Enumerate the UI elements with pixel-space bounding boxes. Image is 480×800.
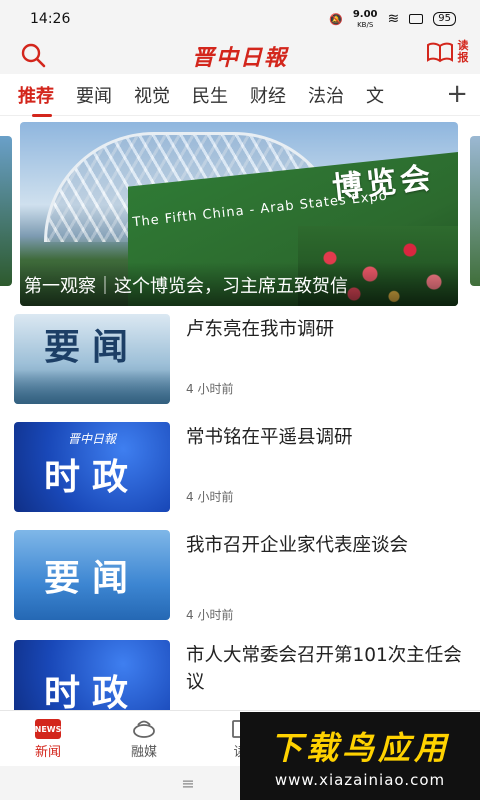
news-thumbnail: 时政	[14, 640, 170, 720]
news-title: 卢东亮在我市调研	[186, 319, 335, 340]
news-item[interactable]: 要闻 卢东亮在我市调研 4 小时前	[0, 310, 480, 418]
status-time: 14:26	[30, 11, 71, 27]
thumbnail-label: 时政	[43, 672, 140, 714]
thumbnail-label: 要闻	[43, 557, 140, 599]
news-item[interactable]: 晋中日報 时政 常书铭在平遥县调研 4 小时前	[0, 418, 480, 526]
channel-tabs: 推荐 要闻 视觉 民生 财经 法治 文 +	[0, 74, 480, 117]
thumbnail-label: 要闻	[43, 326, 140, 368]
screen-icon	[409, 14, 424, 24]
nav-news[interactable]: NEWS 新闻	[0, 711, 96, 766]
status-bar: 14:26 🔕 9.00 KB/S ≋ 95	[0, 0, 480, 38]
add-channel-button[interactable]: +	[440, 80, 468, 108]
news-list: 要闻 卢东亮在我市调研 4 小时前 晋中日報 时政 常书铭在平遥县调研 4 小时…	[0, 310, 480, 744]
news-title: 常书铭在平遥县调研	[186, 427, 353, 448]
banner-carousel[interactable]: 博览会 The Fifth China - Arab States Expo 第…	[0, 120, 480, 308]
read-paper-label: 读报	[457, 39, 469, 64]
app-header: 晋中日報 读报	[0, 38, 480, 74]
news-thumbnail: 要闻	[14, 530, 170, 620]
news-title: 我市召开企业家代表座谈会	[186, 535, 409, 556]
watermark-title: 下载鸟应用	[269, 729, 450, 767]
news-time: 4 小时前	[186, 608, 234, 622]
news-title: 市人大常委会召开第101次主任会议	[186, 645, 462, 693]
tab-recommend[interactable]: 推荐	[18, 82, 54, 117]
banner-prev-peek	[0, 136, 12, 286]
news-thumbnail: 晋中日報 时政	[14, 422, 170, 512]
tab-headline[interactable]: 要闻	[76, 82, 112, 108]
watermark-url: www.xiazainiao.com	[274, 771, 446, 789]
watermark: 下载鸟应用 www.xiazainiao.com	[240, 712, 480, 800]
news-item[interactable]: 要闻 我市召开企业家代表座谈会 4 小时前	[0, 526, 480, 636]
news-time: 4 小时前	[186, 382, 234, 396]
news-icon: NEWS	[35, 719, 61, 739]
banner-caption: 第一观察｜这个博览会，习主席五致贺信	[20, 262, 458, 306]
nav-media-label: 融媒	[130, 745, 157, 760]
wifi-icon: ≋	[387, 11, 400, 27]
network-speed: 9.00 KB/S	[352, 8, 378, 29]
battery-icon: 95	[433, 12, 456, 26]
city-skyline	[14, 370, 170, 404]
tab-visual[interactable]: 视觉	[134, 82, 170, 108]
banner-next-peek	[470, 136, 480, 286]
tab-finance[interactable]: 财经	[250, 82, 286, 108]
tab-law[interactable]: 法治	[308, 82, 344, 108]
tab-culture[interactable]: 文	[366, 82, 384, 108]
thumbnail-label: 时政	[43, 456, 140, 498]
read-paper-button[interactable]: 读报	[426, 40, 470, 64]
thumbnail-logo: 晋中日報	[67, 432, 116, 446]
mute-icon: 🔕	[329, 12, 343, 26]
news-time: 4 小时前	[186, 490, 234, 504]
news-thumbnail: 要闻	[14, 314, 170, 404]
banner-slide[interactable]: 博览会 The Fifth China - Arab States Expo 第…	[20, 122, 458, 306]
status-icons: 🔕 9.00 KB/S ≋ 95	[329, 9, 456, 30]
tab-livelihood[interactable]: 民生	[192, 82, 228, 108]
open-book-icon	[427, 42, 453, 63]
nav-news-label: 新闻	[34, 745, 61, 760]
app-logo: 晋中日報	[191, 45, 288, 71]
media-icon	[133, 720, 155, 738]
menu-icon[interactable]: ≡	[181, 774, 194, 793]
nav-media[interactable]: 融媒	[96, 711, 192, 766]
